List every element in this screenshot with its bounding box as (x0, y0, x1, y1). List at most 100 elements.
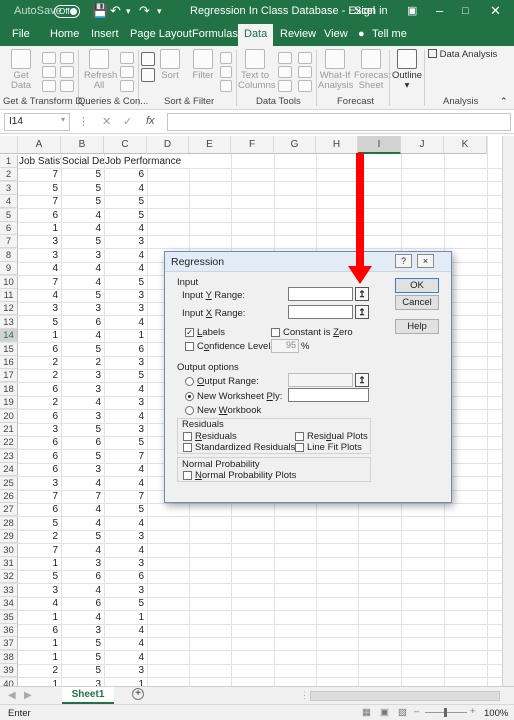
vertical-scrollbar[interactable] (502, 136, 514, 686)
data-cell[interactable]: 5 (104, 436, 147, 449)
undo-icon[interactable]: ↶ (110, 4, 121, 18)
text-to-columns-button[interactable]: Text to Columns (238, 49, 276, 91)
data-cell[interactable]: 2 (18, 356, 61, 369)
data-cell[interactable]: 1 (18, 651, 61, 664)
data-cell[interactable]: 6 (18, 343, 61, 356)
row-header[interactable]: 6 (0, 222, 18, 235)
header-cell-a[interactable]: Job Satisf (19, 155, 61, 168)
data-cell[interactable]: 5 (61, 289, 104, 302)
row-header[interactable]: 11 (0, 289, 18, 302)
data-cell[interactable]: 6 (18, 436, 61, 449)
data-cell[interactable]: 1 (18, 637, 61, 650)
standardized-residuals-checkbox[interactable] (183, 443, 192, 452)
data-cell[interactable]: 3 (18, 235, 61, 248)
row-header[interactable]: 18 (0, 382, 18, 396)
data-cell[interactable]: 3 (61, 557, 104, 570)
ribbon-display-icon[interactable]: ▣ (407, 4, 417, 18)
row-header[interactable]: 29 (0, 530, 18, 544)
column-header-d[interactable]: D (147, 136, 189, 154)
data-cell[interactable]: 4 (61, 517, 104, 530)
input-x-range-field[interactable] (288, 305, 353, 319)
row-header[interactable]: 22 (0, 436, 18, 450)
data-cell[interactable]: 4 (61, 503, 104, 516)
data-cell[interactable]: 5 (104, 209, 147, 222)
row-header[interactable]: 26 (0, 490, 18, 503)
data-cell[interactable]: 2 (18, 530, 61, 543)
data-cell[interactable]: 5 (104, 503, 147, 516)
forecast-sheet-button[interactable]: Forecast Sheet (354, 49, 391, 91)
page-layout-view-icon[interactable]: ▣ (380, 707, 389, 718)
data-cell[interactable]: 4 (61, 477, 104, 490)
data-cell[interactable]: 3 (104, 235, 147, 248)
tab-file[interactable]: File (12, 28, 30, 40)
row-header[interactable]: 28 (0, 516, 18, 530)
data-cell[interactable]: 6 (61, 597, 104, 610)
cancel-button[interactable]: Cancel (395, 295, 439, 310)
column-header-a[interactable]: A (18, 136, 61, 154)
sign-in-link[interactable]: Sign in (354, 5, 388, 17)
data-cell[interactable]: 5 (61, 182, 104, 195)
data-cell[interactable]: 1 (18, 611, 61, 624)
row-header[interactable]: 24 (0, 463, 18, 477)
row-header[interactable]: 39 (0, 664, 18, 678)
normal-probability-plots-checkbox[interactable] (183, 471, 192, 480)
formula-input[interactable] (167, 113, 511, 131)
data-cell[interactable]: 7 (18, 544, 61, 557)
sheet-tab-sheet1[interactable]: Sheet1 (62, 687, 114, 704)
data-cell[interactable]: 4 (104, 249, 147, 262)
row-header[interactable]: 16 (0, 356, 18, 369)
outline-button[interactable]: Outline ▾ (391, 49, 423, 91)
data-cell[interactable]: 3 (104, 356, 147, 369)
constant-zero-checkbox[interactable] (271, 328, 280, 337)
row-header[interactable]: 31 (0, 557, 18, 570)
dialog-title-bar[interactable]: Regression ? × (165, 252, 451, 272)
header-cell-b[interactable]: Social Des (62, 155, 104, 168)
data-cell[interactable]: 5 (104, 195, 147, 208)
data-cell[interactable]: 3 (104, 530, 147, 543)
collapse-ribbon-icon[interactable]: ⌃ (500, 96, 508, 107)
data-cell[interactable]: 3 (18, 584, 61, 597)
column-header-h[interactable]: H (316, 136, 358, 154)
data-cell[interactable]: 1 (104, 329, 147, 342)
row-header[interactable]: 13 (0, 315, 18, 329)
data-cell[interactable]: 7 (104, 450, 147, 463)
data-cell[interactable]: 1 (104, 678, 147, 686)
row-header[interactable]: 4 (0, 195, 18, 209)
column-header-i[interactable]: I (358, 136, 401, 154)
data-cell[interactable]: 2 (18, 664, 61, 677)
data-cell[interactable]: 3 (104, 289, 147, 302)
column-header-j[interactable]: J (401, 136, 444, 154)
tell-me-search[interactable]: Tell me (372, 28, 407, 40)
data-cell[interactable]: 5 (18, 182, 61, 195)
queries-icons[interactable] (118, 52, 136, 94)
data-cell[interactable]: 4 (104, 517, 147, 530)
data-cell[interactable]: 6 (61, 316, 104, 329)
input-x-collapse-button[interactable]: ↥ (355, 305, 369, 319)
data-cell[interactable]: 5 (18, 570, 61, 583)
row-header[interactable]: 3 (0, 181, 18, 195)
data-cell[interactable]: 3 (104, 664, 147, 677)
data-cell[interactable]: 1 (18, 222, 61, 235)
data-cell[interactable]: 3 (104, 302, 147, 315)
select-all-corner[interactable] (0, 136, 18, 154)
row-header[interactable]: 10 (0, 275, 18, 289)
header-cell-c[interactable]: Job Performance (105, 155, 195, 168)
data-cell[interactable]: 4 (61, 396, 104, 409)
row-header[interactable]: 15 (0, 342, 18, 356)
column-header-f[interactable]: F (231, 136, 274, 154)
name-box-dropdown-icon[interactable]: ▾ (61, 115, 65, 124)
next-sheet-icon[interactable]: ▶ (24, 690, 32, 701)
data-cell[interactable]: 4 (104, 262, 147, 275)
data-cell[interactable]: 5 (61, 168, 104, 181)
row-header[interactable]: 1 (0, 155, 18, 168)
tab-page-layout[interactable]: Page Layout (130, 28, 192, 40)
data-cell[interactable]: 5 (61, 195, 104, 208)
data-cell[interactable]: 6 (18, 410, 61, 423)
data-cell[interactable]: 5 (61, 235, 104, 248)
save-icon[interactable]: 💾 (92, 4, 108, 18)
data-cell[interactable]: 6 (18, 503, 61, 516)
row-header[interactable]: 34 (0, 597, 18, 611)
insert-function-icon[interactable]: fx (146, 115, 155, 127)
data-cell[interactable]: 5 (61, 651, 104, 664)
row-header[interactable]: 14 (0, 329, 18, 343)
